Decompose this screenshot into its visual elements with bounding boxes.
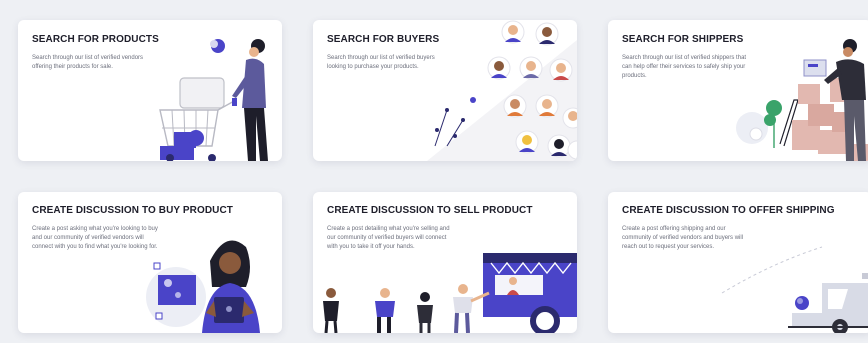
seller-food-truck-illustration-icon <box>323 253 577 333</box>
card-discussion-shipping[interactable]: CREATE DISCUSSION TO OFFER SHIPPING Crea… <box>608 192 868 333</box>
card-title: SEARCH FOR SHIPPERS <box>622 34 744 45</box>
buyers-network-illustration-icon <box>427 20 577 161</box>
card-title: CREATE DISCUSSION TO SELL PRODUCT <box>327 205 533 216</box>
shopping-cart-illustration-icon <box>159 39 268 161</box>
buyer-tablet-illustration-icon <box>146 240 260 333</box>
card-description: Create a post detailing what you're sell… <box>327 226 450 250</box>
card-title: CREATE DISCUSSION TO BUY PRODUCT <box>32 205 233 216</box>
delivery-truck-illustration-icon <box>721 246 868 333</box>
card-title: CREATE DISCUSSION TO OFFER SHIPPING <box>622 205 835 216</box>
card-search-buyers[interactable]: SEARCH FOR BUYERS Search through our lis… <box>313 20 577 161</box>
card-search-products[interactable]: SEARCH FOR PRODUCTS Search through our l… <box>18 20 282 161</box>
card-search-shippers[interactable]: SEARCH FOR SHIPPERS Search through our l… <box>608 20 868 161</box>
card-title: SEARCH FOR PRODUCTS <box>32 34 159 45</box>
card-discussion-buy[interactable]: CREATE DISCUSSION TO BUY PRODUCT Create … <box>18 192 282 333</box>
card-description: Search through our list of verified ship… <box>622 55 747 79</box>
card-discussion-sell[interactable]: CREATE DISCUSSION TO SELL PRODUCT Create… <box>313 192 577 333</box>
shipper-boxes-illustration-icon <box>736 39 868 161</box>
card-description: Search through our list of verified vend… <box>32 55 144 70</box>
